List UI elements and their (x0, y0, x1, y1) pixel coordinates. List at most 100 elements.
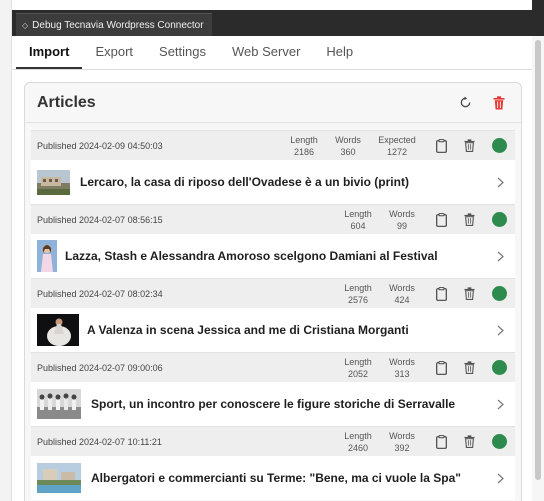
delete-all-button[interactable] (489, 93, 509, 113)
words-label: Words (389, 282, 415, 293)
words-label: Words (389, 208, 415, 219)
chevron-right-icon (493, 473, 507, 484)
article-headline: Sport, un incontro per conoscere le figu… (91, 397, 456, 411)
published-date: Published 2024-02-09 04:50:03 (37, 140, 163, 151)
clipboard-icon (435, 434, 447, 449)
length-label: Length (344, 430, 372, 441)
words-label: Words (335, 134, 361, 145)
article-row[interactable]: Albergatori e commercianti su Terme: "Be… (31, 456, 515, 500)
clipboard-icon (435, 138, 447, 153)
words-value: 313 (394, 368, 410, 379)
words-label: Words (389, 430, 415, 441)
articles-list: Published 2024-02-09 04:50:03 Length 218… (25, 123, 521, 500)
trash-icon (463, 139, 475, 152)
copy-button[interactable] (430, 358, 452, 378)
length-stat: Length 604 (336, 208, 380, 232)
length-value: 2460 (347, 442, 369, 453)
words-stat: Words 99 (380, 208, 424, 232)
status-indicator (492, 286, 507, 301)
app-window: ◇ Debug Tecnavia Wordpress Connector Imp… (0, 0, 544, 501)
panel-title: Articles (37, 93, 96, 111)
words-value: 99 (396, 220, 407, 231)
copy-button[interactable] (430, 210, 452, 230)
length-stat: Length 2052 (336, 356, 380, 380)
copy-button[interactable] (430, 136, 452, 156)
window-left-edge (0, 0, 12, 501)
article-row[interactable]: Sport, un incontro per conoscere le figu… (31, 382, 515, 426)
published-date: Published 2024-02-07 08:02:34 (37, 288, 163, 299)
article-headline: Lazza, Stash e Alessandra Amoroso scelgo… (65, 249, 438, 263)
article-meta: Published 2024-02-07 09:00:06 Length 205… (31, 352, 515, 382)
scrollbar-thumb[interactable] (535, 40, 541, 480)
delete-button[interactable] (458, 210, 480, 230)
tab-import[interactable]: Import (16, 36, 83, 69)
delete-button[interactable] (458, 284, 480, 304)
length-value: 2052 (347, 368, 369, 379)
words-value: 392 (394, 442, 410, 453)
article-row[interactable]: Lercaro, la casa di riposo dell'Ovadese … (31, 160, 515, 204)
length-stat: Length 2186 (282, 134, 326, 158)
length-label: Length (344, 282, 372, 293)
refresh-button[interactable] (455, 93, 475, 113)
copy-button[interactable] (430, 284, 452, 304)
published-date: Published 2024-02-07 10:11:21 (37, 436, 162, 447)
words-value: 424 (394, 294, 410, 305)
status-indicator (492, 138, 507, 153)
window-title: Debug Tecnavia Wordpress Connector (32, 19, 204, 31)
length-value: 2186 (293, 146, 315, 157)
title-bar: ◇ Debug Tecnavia Wordpress Connector (12, 10, 544, 36)
tab-export[interactable]: Export (82, 36, 146, 69)
article-meta: Published 2024-02-07 08:56:15 Length 604… (31, 204, 515, 234)
tab-help[interactable]: Help (313, 36, 366, 69)
article-meta: Published 2024-02-07 08:02:34 Length 257… (31, 278, 515, 308)
clipboard-icon (435, 360, 447, 375)
delete-button[interactable] (458, 136, 480, 156)
status-indicator (492, 360, 507, 375)
article-thumbnail (37, 463, 81, 493)
length-value: 604 (350, 220, 366, 231)
tab-settings[interactable]: Settings (146, 36, 219, 69)
status-indicator (492, 212, 507, 227)
main-tabs: Import Export Settings Web Server Help (12, 36, 532, 70)
article-thumbnail (37, 169, 70, 195)
trash-icon (463, 213, 475, 226)
words-value: 360 (340, 146, 356, 157)
length-stat: Length 2576 (336, 282, 380, 306)
words-stat: Words 360 (326, 134, 370, 158)
article-item: Published 2024-02-07 10:11:21 Length 246… (31, 426, 515, 500)
article-thumbnail (37, 240, 57, 272)
length-label: Length (290, 134, 318, 145)
clipboard-icon (435, 286, 447, 301)
status-indicator (492, 434, 507, 449)
delete-button[interactable] (458, 358, 480, 378)
window-title-tab[interactable]: ◇ Debug Tecnavia Wordpress Connector (16, 13, 212, 36)
tab-web-server[interactable]: Web Server (219, 36, 313, 69)
chevron-right-icon (493, 325, 507, 336)
article-meta: Published 2024-02-07 10:11:21 Length 246… (31, 426, 515, 456)
article-row[interactable]: A Valenza in scena Jessica and me di Cri… (31, 308, 515, 352)
chevron-right-icon (493, 399, 507, 410)
words-stat: Words 313 (380, 356, 424, 380)
article-item: Published 2024-02-07 08:02:34 Length 257… (31, 278, 515, 352)
delete-button[interactable] (458, 432, 480, 452)
diamond-icon: ◇ (22, 20, 29, 30)
trash-icon (463, 361, 475, 374)
article-row[interactable]: Lazza, Stash e Alessandra Amoroso scelgo… (31, 234, 515, 278)
article-headline: A Valenza in scena Jessica and me di Cri… (87, 323, 409, 337)
article-headline: Lercaro, la casa di riposo dell'Ovadese … (80, 175, 409, 189)
copy-button[interactable] (430, 432, 452, 452)
article-headline: Albergatori e commercianti su Terme: "Be… (91, 471, 461, 485)
length-value: 2576 (347, 294, 369, 305)
articles-panel: Articles Published 2024-02-09 04:50:03 L… (24, 82, 522, 501)
article-meta: Published 2024-02-09 04:50:03 Length 218… (31, 130, 515, 160)
words-stat: Words 392 (380, 430, 424, 454)
chevron-right-icon (493, 251, 507, 262)
refresh-icon (460, 96, 470, 108)
article-thumbnail (37, 389, 81, 419)
published-date: Published 2024-02-07 09:00:06 (37, 362, 163, 373)
trash-icon (493, 95, 505, 109)
article-item: Published 2024-02-07 08:56:15 Length 604… (31, 204, 515, 278)
chevron-right-icon (493, 177, 507, 188)
length-label: Length (344, 208, 372, 219)
articles-header: Articles (25, 83, 521, 123)
